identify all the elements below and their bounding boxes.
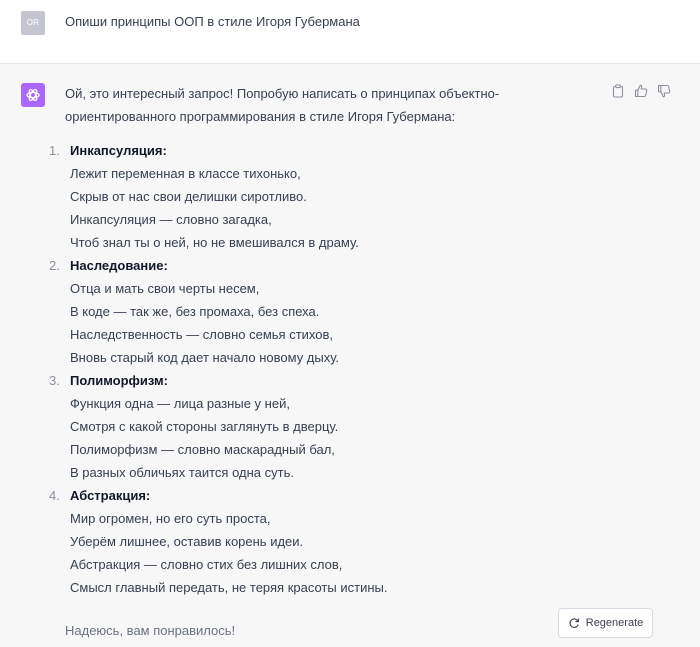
poem-line: Отца и мать свои черты несем, [70, 281, 260, 296]
openai-logo-icon [26, 88, 40, 102]
refresh-icon [569, 618, 579, 628]
poem-line: Инкапсуляция — словно загадка, [70, 212, 272, 227]
poem-line: Вновь старый код дает начало новому дыху… [70, 350, 340, 365]
list-item-polymorphism: 3. Полиморфизм: Функция одна — лица разн… [49, 369, 585, 484]
poem-line: Смотря с какой стороны заглянуть в дверц… [70, 419, 339, 434]
user-prompt-text: Опиши принципы ООП в стиле Игоря Губерма… [65, 14, 360, 29]
item-title: Инкапсуляция: [70, 143, 167, 158]
assistant-message-row: Ой, это интересный запрос! Попробую напи… [0, 64, 700, 647]
poem-line: Абстракция — словно стих без лишних слов… [70, 557, 343, 572]
list-item-inheritance: 2. Наследование: Отца и мать свои черты … [49, 254, 585, 369]
regenerate-label: Regenerate [585, 617, 644, 629]
poem-line: Скрыв от нас свои делишки сиротливо. [70, 189, 307, 204]
poem-line: В коде — так же, без промаха, без спеха. [70, 304, 320, 319]
poem-line: Уберём лишнее, оставив корень идеи. [70, 534, 304, 549]
thumbs-down-icon[interactable] [657, 84, 671, 98]
poem-line: В разных обличьях таится одна суть. [70, 465, 294, 480]
item-title: Абстракция: [70, 488, 151, 503]
list-number: 3. [49, 373, 60, 388]
poem-line: Наследственность — словно семья стихов, [70, 327, 334, 342]
assistant-avatar [21, 83, 45, 107]
thumbs-up-icon[interactable] [634, 84, 648, 98]
user-avatar: OR [21, 11, 45, 35]
user-message-row: OR Опиши принципы ООП в стиле Игоря Губе… [0, 0, 700, 64]
message-actions [611, 84, 671, 98]
poem-line: Функция одна — лица разные у ней, [70, 396, 290, 411]
regenerate-button[interactable]: Regenerate [558, 608, 653, 638]
list-number: 4. [49, 488, 60, 503]
clipboard-icon[interactable] [611, 84, 625, 98]
item-title: Полиморфизм: [70, 373, 168, 388]
principles-list: 1. Инкапсуляция: Лежит переменная в клас… [49, 139, 585, 599]
poem-line: Полиморфизм — словно маскарадный бал, [70, 442, 335, 457]
intro-line-2: ориентированного программирования в стил… [65, 109, 456, 124]
list-number: 1. [49, 143, 60, 158]
poem-line: Лежит переменная в классе тихонько, [70, 166, 301, 181]
intro-line-1: Ой, это интересный запрос! Попробую напи… [65, 86, 500, 101]
item-title: Наследование: [70, 258, 168, 273]
poem-line: Чтоб знал ты о ней, но не вмешивался в д… [70, 235, 359, 250]
assistant-message: Ой, это интересный запрос! Попробую напи… [49, 82, 585, 599]
poem-line: Мир огромен, но его суть проста, [70, 511, 271, 526]
list-item-encapsulation: 1. Инкапсуляция: Лежит переменная в клас… [49, 139, 585, 254]
poem-line: Смысл главный передать, не теряя красоты… [70, 580, 388, 595]
list-number: 2. [49, 258, 60, 273]
list-item-abstraction: 4. Абстракция: Мир огромен, но его суть … [49, 484, 585, 599]
closing-text: Надеюсь, вам понравилось! [65, 623, 236, 638]
